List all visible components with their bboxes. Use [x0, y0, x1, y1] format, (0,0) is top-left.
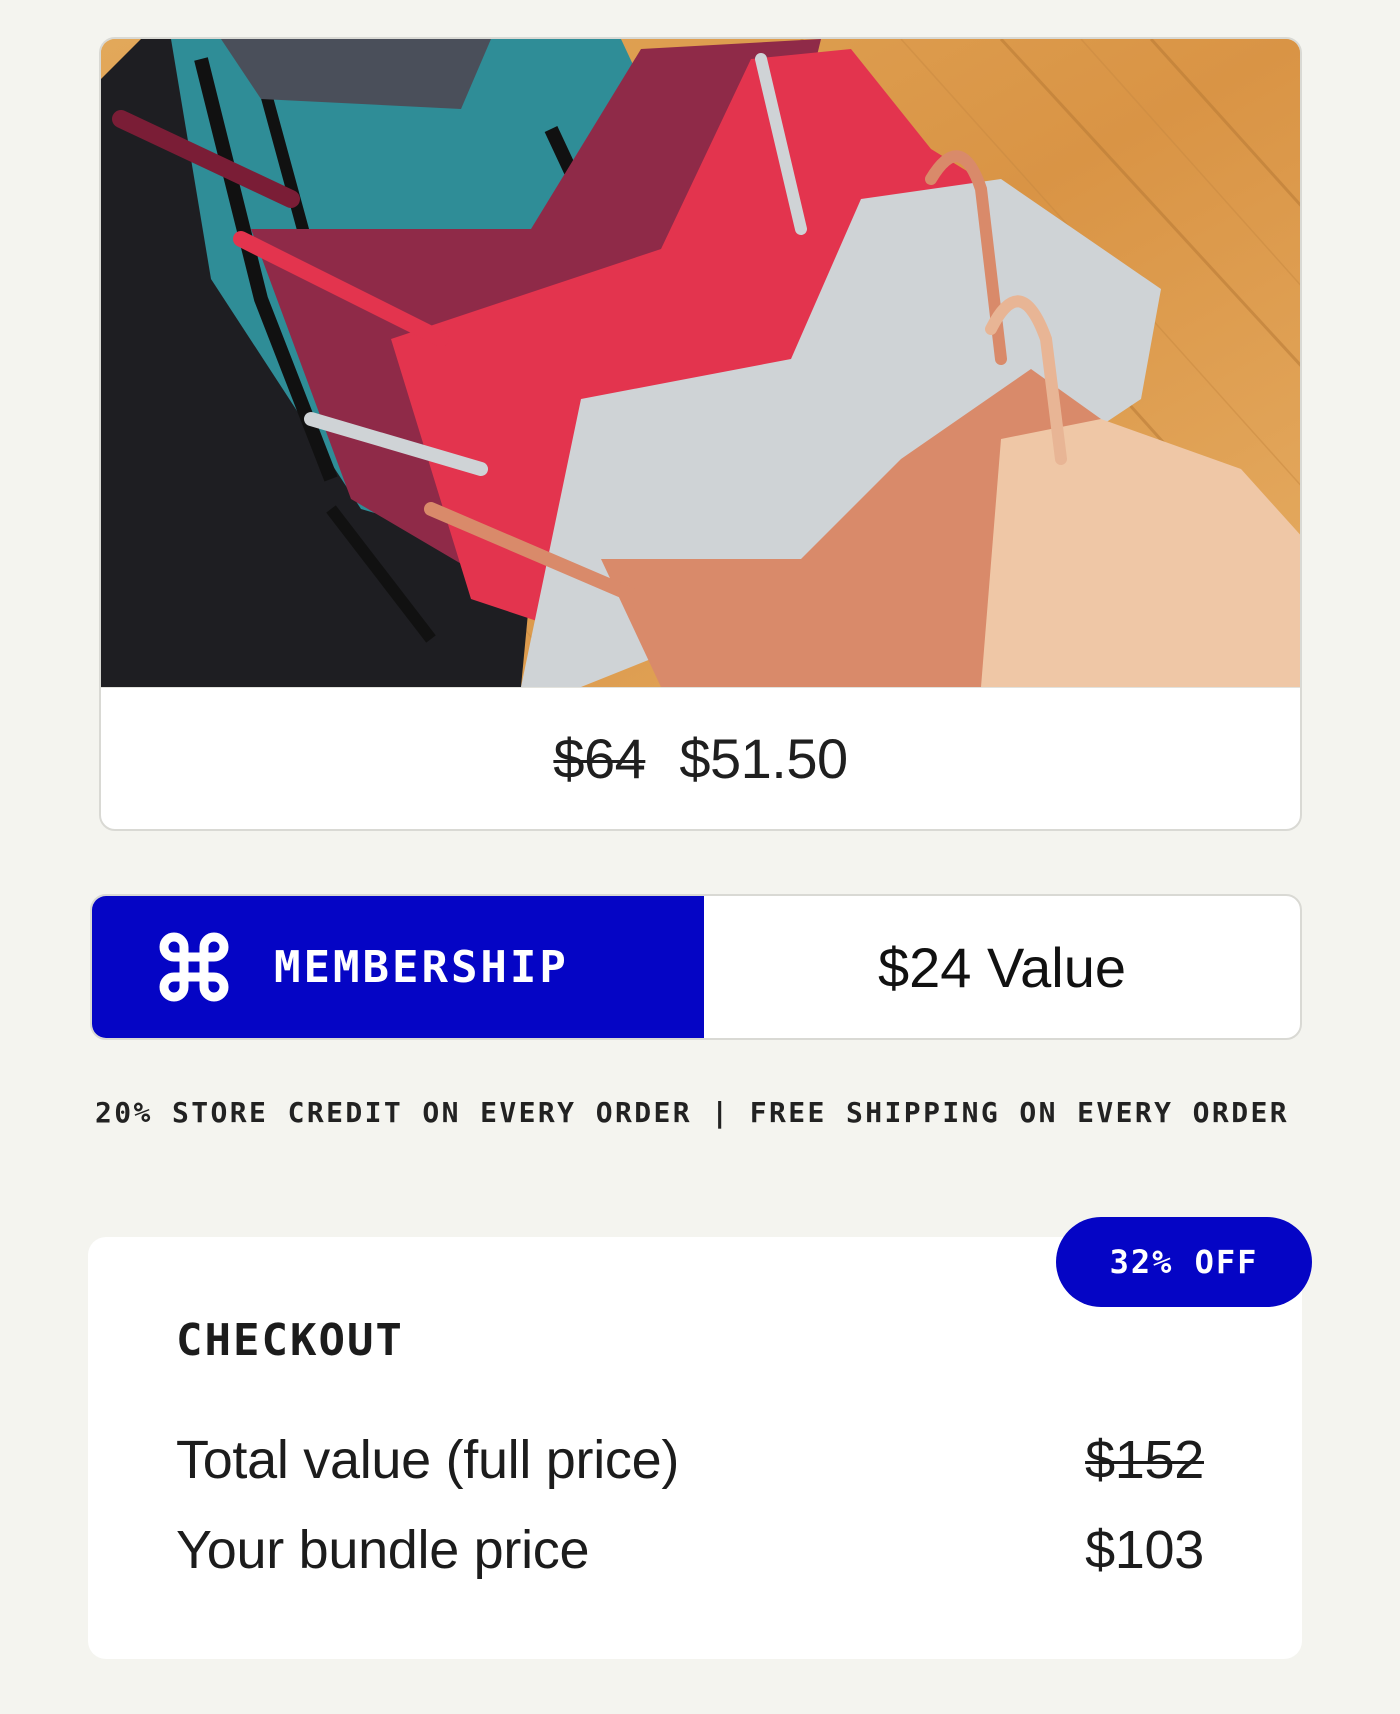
product-card[interactable]: $64 $51.50: [99, 37, 1302, 831]
original-price: $64: [553, 727, 646, 790]
row-label: Your bundle price: [176, 1520, 590, 1580]
product-image: [101, 39, 1300, 687]
price-row: $64 $51.50: [101, 687, 1300, 829]
membership-tag: MEMBERSHIP: [92, 896, 704, 1038]
checkout-title: CHECKOUT: [176, 1315, 404, 1366]
checkout-row-bundle: Your bundle price $103: [176, 1519, 1204, 1581]
membership-label: MEMBERSHIP: [274, 941, 569, 993]
checkout-row-total: Total value (full price) $152: [176, 1429, 1204, 1491]
full-price-value: $152: [1085, 1430, 1204, 1490]
membership-banner[interactable]: MEMBERSHIP $24 Value: [90, 894, 1302, 1040]
bundle-price-value: $103: [1085, 1520, 1204, 1580]
membership-perks: 20% STORE CREDIT ON EVERY ORDER | FREE S…: [95, 1096, 1289, 1129]
row-label: Total value (full price): [176, 1430, 680, 1490]
sale-price: $51.50: [679, 727, 848, 790]
command-knot-icon: [159, 932, 229, 1002]
discount-badge: 32% OFF: [1056, 1217, 1312, 1307]
membership-value: $24 Value: [877, 935, 1127, 999]
